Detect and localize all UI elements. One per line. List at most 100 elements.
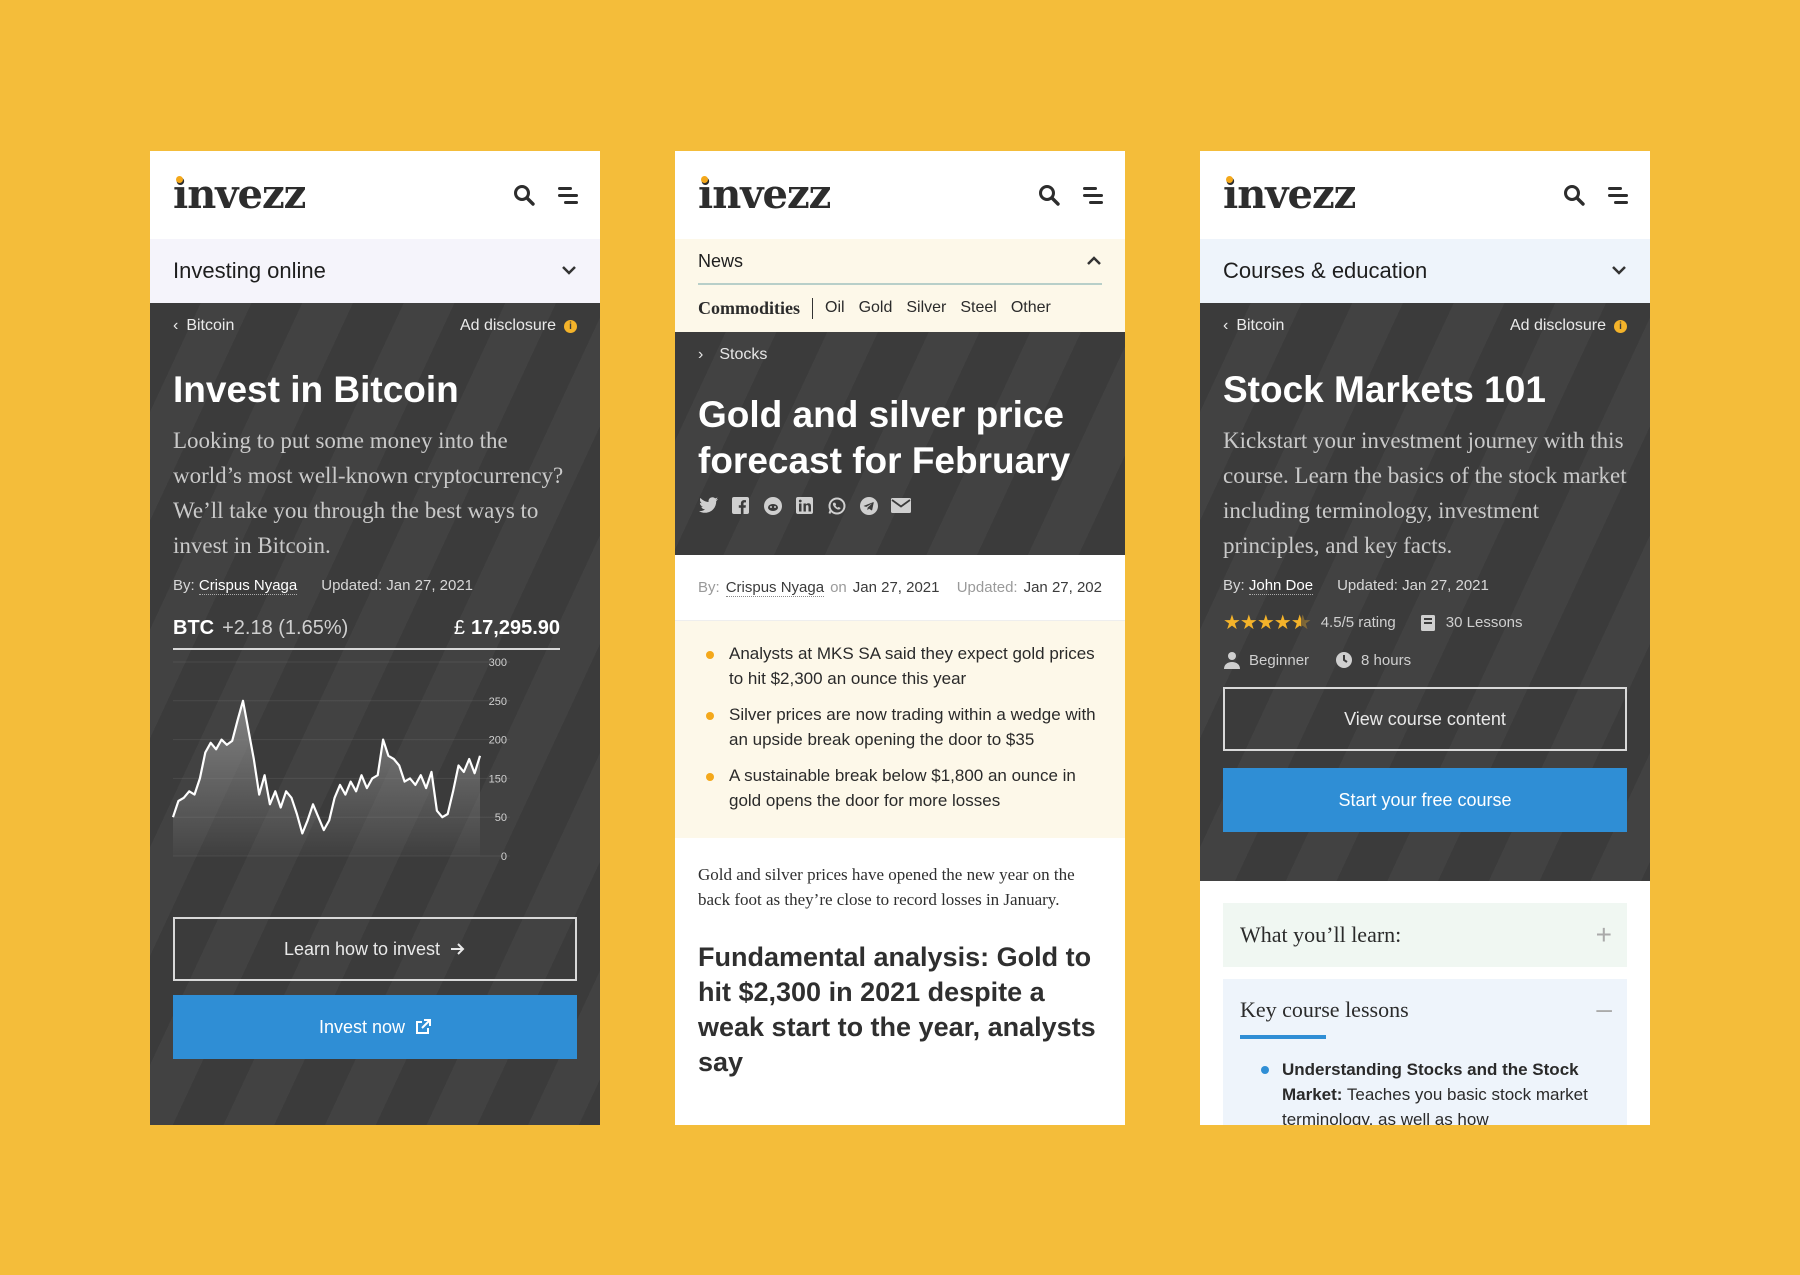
site-header: invezz (675, 151, 1125, 239)
arrow-right-icon (451, 943, 465, 955)
rating-text: 4.5/5 rating (1320, 614, 1396, 631)
section-label: Courses & education (1223, 258, 1428, 283)
invezz-logo[interactable]: invezz (698, 171, 831, 218)
article-byline: By: Crispus Nyaga on Jan 27, 2021 Update… (675, 555, 1125, 621)
news-tabs: Commodities Oil Gold Silver Steel Other (698, 285, 1102, 331)
accordion-title: Key course lessons (1240, 997, 1409, 1022)
user-icon (1224, 652, 1240, 669)
learn-how-to-invest-button[interactable]: Learn how to invest (173, 917, 577, 981)
currency-symbol: £ (453, 616, 466, 639)
hamburger-menu-icon[interactable] (556, 183, 582, 207)
search-icon[interactable] (1037, 183, 1063, 207)
facebook-icon[interactable] (730, 496, 751, 515)
site-header: invezz (1200, 151, 1650, 239)
author-link[interactable]: Crispus Nyaga (198, 577, 298, 595)
share-bar (675, 484, 1125, 515)
hamburger-menu-icon[interactable] (1081, 183, 1107, 207)
logo-text: invezz (698, 171, 831, 218)
ticker-change: +2.18 (1.65%) (222, 616, 349, 639)
accordion-title: What you’ll learn: (1240, 922, 1402, 947)
clock-icon (1336, 652, 1353, 668)
news-dropdown[interactable]: News (698, 239, 1102, 285)
by-label: By: (698, 579, 720, 596)
what-youll-learn-accordion[interactable]: What you’ll learn: + (1223, 903, 1627, 967)
invezz-logo[interactable]: invezz (1223, 171, 1356, 218)
chevron-down-icon (1612, 266, 1626, 275)
chevron-left-icon: ‹ (1223, 317, 1229, 334)
reddit-icon[interactable] (762, 496, 783, 515)
y-tick-label: 150 (489, 773, 507, 785)
star-rating-icon: ★★★★★★ (1223, 612, 1311, 634)
course-title: Stock Markets 101 (1223, 369, 1546, 410)
section-dropdown[interactable]: Investing online (150, 239, 600, 303)
view-course-content-button[interactable]: View course content (1223, 687, 1627, 751)
publish-date: Jan 27, 2021 (852, 579, 940, 596)
search-icon[interactable] (1562, 183, 1588, 207)
hamburger-menu-icon[interactable] (1606, 183, 1632, 207)
lessons-count: 30 Lessons (1445, 614, 1523, 631)
article-paragraph: Gold and silver prices have opened the n… (698, 865, 1075, 909)
article-hero: › Stocks Gold and silver price forecast f… (675, 332, 1125, 555)
article-title: Gold and silver price forecast for Febru… (698, 394, 1071, 481)
breadcrumb-link[interactable]: Stocks (719, 346, 767, 364)
page-title: Invest in Bitcoin (173, 369, 459, 410)
updated-date: Updated: Jan 27, 2021 (321, 577, 474, 594)
book-icon (1420, 614, 1435, 631)
key-points-list: Analysts at MKS SA said they expect gold… (675, 621, 1125, 838)
ad-disclosure[interactable]: Ad disclosure i (1510, 317, 1627, 335)
price-ticker: BTC +2.18 (1.65%) £17,295.90 (173, 608, 560, 650)
updated-date: Updated: Jan 27, 2021 (1337, 577, 1489, 594)
learn-button-label: Learn how to invest (283, 938, 441, 959)
tab-oil[interactable]: Oil (825, 299, 845, 317)
price-value: 17,295.90 (471, 616, 560, 639)
tab-steel[interactable]: Steel (960, 299, 996, 317)
invest-now-button[interactable]: Invest now (173, 995, 577, 1059)
start-free-course-button[interactable]: Start your free course (1223, 768, 1627, 832)
price-chart-svg: 300 250 200 150 50 0 (171, 657, 510, 863)
search-icon[interactable] (512, 183, 538, 207)
linkedin-icon[interactable] (794, 496, 815, 515)
twitter-icon[interactable] (698, 496, 719, 515)
author-link[interactable]: John Doe (1248, 577, 1314, 595)
y-tick-label: 300 (489, 657, 507, 669)
breadcrumb-link[interactable]: Bitcoin (186, 317, 234, 335)
info-icon: i (1614, 319, 1627, 333)
tab-gold[interactable]: Gold (859, 299, 893, 317)
whatsapp-icon[interactable] (826, 496, 847, 515)
section-dropdown[interactable]: Courses & education (1200, 239, 1650, 303)
byline: By: Crispus Nyaga Updated: Jan 27, 2021 (150, 563, 600, 595)
rating-row: ★★★★★★ 4.5/5 rating 30 Lessons (1200, 594, 1650, 635)
ad-disclosure-label: Ad disclosure (1509, 317, 1606, 334)
price-chart: 300 250 200 150 50 0 (150, 650, 600, 895)
news-label: News (698, 250, 744, 271)
breadcrumb-link[interactable]: Bitcoin (1236, 317, 1284, 335)
tab-commodities[interactable]: Commodities (698, 297, 813, 319)
y-tick-label: 200 (489, 735, 507, 747)
accordion-underline (1240, 1035, 1326, 1039)
tab-other[interactable]: Other (1011, 299, 1051, 317)
meta-row: Beginner 8 hours (1200, 635, 1650, 669)
on-label: on (830, 579, 847, 596)
course-hero: ‹ Bitcoin Ad disclosure i Stock Markets 1… (1200, 303, 1650, 881)
phone-invest-in-bitcoin: invezz Investing online ‹ Bitcoin Ad dis… (150, 151, 600, 1125)
minus-icon: – (1596, 993, 1612, 1024)
by-label: By: (1223, 577, 1245, 594)
invezz-logo[interactable]: invezz (173, 171, 306, 218)
author-link[interactable]: Crispus Nyaga (725, 579, 825, 597)
chevron-up-icon (1087, 256, 1101, 265)
email-icon[interactable] (890, 496, 911, 515)
key-course-lessons-accordion[interactable]: Key course lessons – Understanding Stock… (1223, 979, 1627, 1125)
external-link-icon (416, 1019, 432, 1034)
chevron-right-icon: › (698, 346, 704, 363)
telegram-icon[interactable] (858, 496, 879, 515)
ad-disclosure[interactable]: Ad disclosure i (460, 317, 577, 335)
logo-text: invezz (1223, 171, 1356, 218)
list-item: Analysts at MKS SA said they expect gold… (698, 641, 1102, 691)
chevron-down-icon (562, 266, 576, 275)
hero-panel: ‹ Bitcoin Ad disclosure i Invest in Bitco… (150, 303, 600, 1125)
plus-icon: + (1595, 919, 1612, 950)
list-item: A sustainable break below $1,800 an ounc… (698, 763, 1102, 813)
start-button-label: Start your free course (1338, 789, 1512, 810)
logo-text: invezz (173, 171, 306, 218)
tab-silver[interactable]: Silver (906, 299, 946, 317)
